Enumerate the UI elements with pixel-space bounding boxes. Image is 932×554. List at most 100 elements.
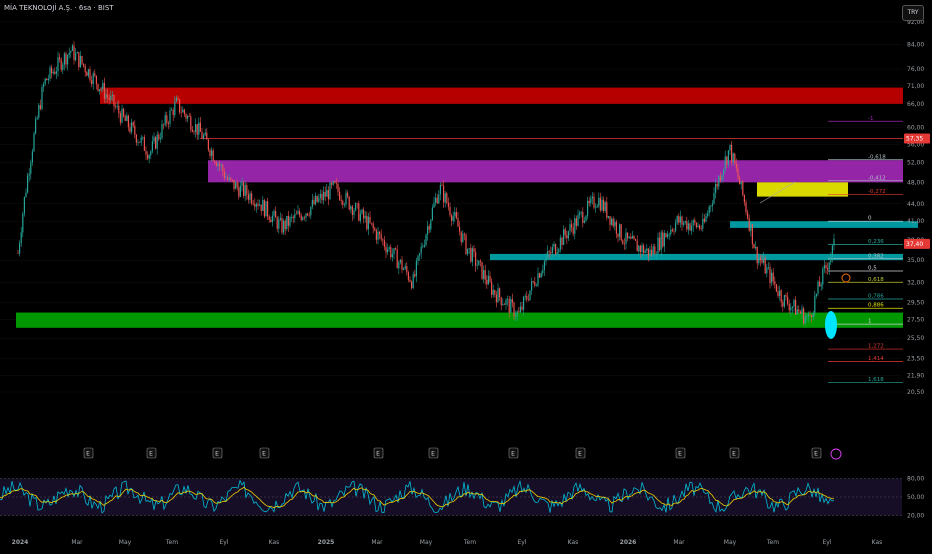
candle-body bbox=[147, 154, 149, 159]
earnings-marker-label: E bbox=[578, 451, 582, 458]
candle-body bbox=[55, 71, 57, 74]
zone-teal-upper bbox=[730, 221, 918, 228]
candle-body bbox=[227, 177, 229, 180]
candle-body bbox=[705, 216, 707, 222]
candle-body bbox=[390, 247, 392, 258]
candle-body bbox=[164, 115, 166, 125]
candle-body bbox=[223, 171, 225, 179]
rsi-tick-label: 20,00 bbox=[907, 513, 924, 520]
price-tick-label: 48,00 bbox=[907, 179, 924, 186]
candle-body bbox=[662, 232, 664, 247]
candle-body bbox=[126, 115, 128, 121]
fib-label: 1 bbox=[868, 319, 872, 325]
candle-body bbox=[734, 153, 736, 164]
candle-body bbox=[615, 221, 617, 234]
candle-body bbox=[476, 265, 478, 266]
candle-body bbox=[259, 204, 261, 206]
candle-body bbox=[422, 246, 424, 248]
candle-body bbox=[804, 317, 806, 324]
currency-button[interactable]: TRY bbox=[902, 5, 924, 21]
candle-body bbox=[545, 257, 547, 262]
candle-body bbox=[748, 218, 750, 231]
candle-body bbox=[823, 265, 825, 269]
candle-body bbox=[555, 244, 557, 254]
time-tick-label: Eyl bbox=[517, 539, 526, 546]
time-tick-label: Kas bbox=[269, 539, 280, 546]
candle-body bbox=[559, 237, 561, 250]
candle-body bbox=[228, 177, 230, 180]
candle-body bbox=[747, 212, 749, 219]
candle-body bbox=[676, 216, 678, 223]
candle-body bbox=[651, 249, 653, 255]
candle-body bbox=[641, 245, 643, 253]
candle-body bbox=[167, 123, 169, 124]
candle-body bbox=[553, 244, 555, 248]
candle-body bbox=[495, 294, 497, 303]
candle-body bbox=[500, 297, 502, 306]
candle-body bbox=[217, 163, 219, 166]
candle-body bbox=[209, 149, 211, 156]
candle-body bbox=[359, 213, 361, 221]
candle-body bbox=[273, 210, 275, 216]
candle-body bbox=[169, 110, 171, 124]
candle-body bbox=[625, 232, 627, 244]
candle-body bbox=[174, 101, 176, 116]
candle-body bbox=[587, 200, 589, 216]
candle-body bbox=[675, 222, 677, 232]
candle-body bbox=[483, 270, 485, 279]
candle-body bbox=[67, 54, 69, 65]
candle-body bbox=[638, 245, 640, 252]
candle-body bbox=[694, 220, 696, 223]
candle-body bbox=[777, 291, 779, 296]
candle-body bbox=[283, 220, 285, 233]
candle-body bbox=[110, 96, 112, 101]
candle-body bbox=[670, 229, 672, 235]
candle-body bbox=[827, 267, 829, 270]
candle-body bbox=[497, 288, 499, 303]
candle-body bbox=[183, 109, 185, 115]
candle-body bbox=[531, 281, 533, 291]
candle-body bbox=[419, 253, 421, 256]
time-tick-label: Eyl bbox=[822, 539, 831, 546]
candle-body bbox=[337, 183, 339, 192]
candle-body bbox=[89, 69, 91, 81]
candle-body bbox=[502, 304, 504, 306]
chart-title: MİA TEKNOLOJİ A.Ş. · 6sa · BIST bbox=[4, 4, 114, 12]
earnings-marker-label: E bbox=[814, 451, 818, 458]
candle-body bbox=[30, 162, 32, 174]
resistance-price-label: 57,35 bbox=[906, 136, 923, 143]
candle-body bbox=[595, 207, 597, 208]
time-tick-label: 2026 bbox=[620, 539, 637, 546]
candle-body bbox=[719, 176, 721, 181]
candle-body bbox=[243, 182, 245, 196]
candle-body bbox=[358, 203, 360, 221]
candle-body bbox=[407, 272, 409, 280]
earnings-marker-label: E bbox=[86, 451, 90, 458]
candle-body bbox=[52, 72, 54, 74]
candle-body bbox=[583, 220, 585, 223]
candle-body bbox=[212, 150, 214, 161]
price-tick-label: 25,50 bbox=[907, 335, 924, 342]
price-tick-label: 20,50 bbox=[907, 389, 924, 396]
candle-body bbox=[335, 182, 337, 184]
time-tick-label: 2025 bbox=[318, 539, 335, 546]
candle-body bbox=[166, 115, 168, 124]
candle-body bbox=[436, 197, 438, 204]
price-chart[interactable]: -1 -0,618 -0,412 -0,272 0 0,236 0,382 0,5 0,618 0… bbox=[0, 0, 932, 550]
candle-body bbox=[732, 153, 734, 163]
zone-red bbox=[100, 87, 903, 104]
candle-body bbox=[403, 268, 405, 270]
candle-body bbox=[463, 233, 465, 235]
candle-body bbox=[139, 141, 141, 143]
candle-body bbox=[129, 127, 131, 132]
candle-body bbox=[798, 309, 800, 312]
candle-body bbox=[521, 306, 523, 310]
candle-body bbox=[225, 177, 227, 179]
candle-body bbox=[115, 106, 117, 108]
candle-body bbox=[331, 182, 333, 185]
fib-label: 0,786 bbox=[868, 293, 884, 299]
candle-body bbox=[468, 247, 470, 249]
candle-body bbox=[196, 124, 198, 135]
candle-body bbox=[145, 150, 147, 155]
candle-body bbox=[33, 133, 35, 152]
